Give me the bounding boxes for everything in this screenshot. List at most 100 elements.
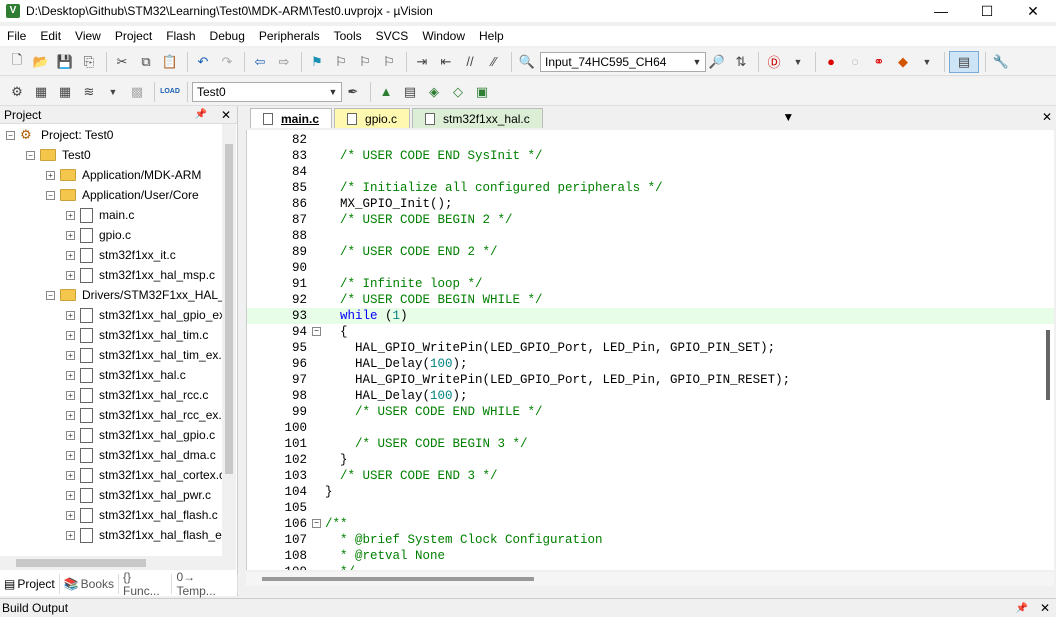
tree-node-file[interactable]: + stm32f1xx_hal_gpio_ex.c	[66, 305, 222, 325]
collapse-icon[interactable]: −	[26, 150, 35, 160]
code-line[interactable]: 109 */	[247, 564, 1054, 570]
find-icon[interactable]: 🔎	[706, 51, 728, 73]
menu-project[interactable]: Project	[108, 26, 159, 46]
code-line[interactable]: 90	[247, 260, 1054, 276]
expand-icon[interactable]: +	[66, 510, 75, 520]
tab-stm32f1xx-hal-c[interactable]: stm32f1xx_hal.c	[412, 108, 543, 128]
uncomment-icon[interactable]: ⁄⁄	[483, 51, 505, 73]
expand-icon[interactable]: +	[66, 230, 75, 240]
expand-icon[interactable]: +	[66, 370, 75, 380]
tree-node-file[interactable]: + stm32f1xx_hal_tim.c	[66, 325, 208, 345]
new-file-icon[interactable]: 🗋	[6, 51, 28, 73]
code-line[interactable]: 95 HAL_GPIO_WritePin(LED_GPIO_Port, LED_…	[247, 340, 1054, 356]
minimize-button[interactable]: —	[918, 0, 964, 22]
code-editor[interactable]: 82 83 /* USER CODE END SysInit */84 85 /* …	[246, 130, 1054, 570]
expand-icon[interactable]: +	[66, 350, 75, 360]
chevron-down-icon[interactable]: ▼	[787, 51, 809, 73]
code-line[interactable]: 106−/**	[247, 516, 1054, 532]
tab-books[interactable]: 📚 Books	[60, 574, 120, 594]
undo-icon[interactable]: ↶	[192, 51, 214, 73]
close-icon[interactable]: ✕	[1040, 601, 1050, 615]
code-line[interactable]: 83 /* USER CODE END SysInit */	[247, 148, 1054, 164]
code-line[interactable]: 84	[247, 164, 1054, 180]
paste-icon[interactable]: 📋	[159, 51, 181, 73]
code-line[interactable]: 88	[247, 228, 1054, 244]
expand-icon[interactable]: +	[66, 390, 75, 400]
menu-flash[interactable]: Flash	[159, 26, 202, 46]
replace-icon[interactable]: ⇅	[730, 51, 752, 73]
stop-build-icon[interactable]: ▩	[126, 81, 148, 103]
tree-node-file[interactable]: + stm32f1xx_hal_dma.c	[66, 445, 216, 465]
code-line[interactable]: 85 /* Initialize all configured peripher…	[247, 180, 1054, 196]
tree-node-file[interactable]: + stm32f1xx_hal_rcc_ex.c	[66, 405, 222, 425]
close-icon[interactable]: ✕	[221, 108, 231, 122]
run-time-env-icon[interactable]: ▣	[471, 81, 493, 103]
expand-icon[interactable]: +	[66, 210, 75, 220]
rebuild-icon[interactable]: ▦	[54, 81, 76, 103]
disable-all-breakpoints-icon[interactable]: ⚭	[868, 51, 890, 73]
indent-icon[interactable]: ⇥	[411, 51, 433, 73]
code-line[interactable]: 94− {	[247, 324, 1054, 340]
cut-icon[interactable]: ✂	[111, 51, 133, 73]
code-line[interactable]: 105	[247, 500, 1054, 516]
close-button[interactable]: ✕	[1010, 0, 1056, 22]
window-layout-icon[interactable]: ▤	[949, 50, 979, 73]
expand-icon[interactable]: +	[66, 470, 75, 480]
tab-list-chevron-icon[interactable]: ▼	[782, 110, 794, 124]
code-line[interactable]: 91 /* Infinite loop */	[247, 276, 1054, 292]
fold-toggle-icon[interactable]: −	[312, 519, 321, 528]
menu-tools[interactable]: Tools	[327, 26, 369, 46]
clear-bookmarks-icon[interactable]: ⚐	[378, 51, 400, 73]
scroll-thumb[interactable]	[262, 577, 534, 581]
code-line[interactable]: 92 /* USER CODE BEGIN WHILE */	[247, 292, 1054, 308]
breakpoint-icon[interactable]: ●	[820, 51, 842, 73]
code-line[interactable]: 98 HAL_Delay(100);	[247, 388, 1054, 404]
next-bookmark-icon[interactable]: ⚐	[354, 51, 376, 73]
chevron-down-icon[interactable]: ▼	[916, 51, 938, 73]
menu-help[interactable]: Help	[472, 26, 511, 46]
tree-node-file[interactable]: + stm32f1xx_hal.c	[66, 365, 186, 385]
collapse-icon[interactable]: −	[6, 130, 15, 140]
collapse-icon[interactable]: −	[46, 290, 55, 300]
scroll-thumb[interactable]	[225, 144, 233, 474]
fold-toggle-icon[interactable]: −	[312, 327, 321, 336]
code-line[interactable]: 103 /* USER CODE END 3 */	[247, 468, 1054, 484]
tree-node-file[interactable]: + stm32f1xx_hal_cortex.c	[66, 465, 222, 485]
code-line[interactable]: 82	[247, 132, 1054, 148]
expand-icon[interactable]: +	[66, 490, 75, 500]
expand-icon[interactable]: +	[66, 330, 75, 340]
tab-project[interactable]: ▤ Project	[0, 574, 60, 594]
find-combo[interactable]: Input_74HC595_CH64 ▼	[540, 51, 706, 72]
pin-icon[interactable]: 📌	[1015, 603, 1027, 614]
debug-session-icon[interactable]: Ⓓ	[763, 51, 785, 73]
code-line[interactable]: 101 /* USER CODE BEGIN 3 */	[247, 436, 1054, 452]
scroll-thumb[interactable]	[16, 559, 146, 567]
tree-node-folder[interactable]: − Drivers/STM32F1xx_HAL_D	[46, 285, 222, 305]
tree-node-target[interactable]: − Test0	[26, 145, 91, 165]
redo-icon[interactable]: ↷	[216, 51, 238, 73]
code-line[interactable]: 96 HAL_Delay(100);	[247, 356, 1054, 372]
editor-hscrollbar[interactable]	[246, 572, 1054, 586]
menu-svcs[interactable]: SVCS	[369, 26, 416, 46]
load-download-icon[interactable]: LOAD	[159, 81, 181, 103]
code-line[interactable]: 102 }	[247, 452, 1054, 468]
tree-node-folder[interactable]: − Application/User/Core	[46, 185, 199, 205]
expand-icon[interactable]: +	[66, 430, 75, 440]
tree-node-file[interactable]: + stm32f1xx_hal_flash_ex.c	[66, 525, 222, 545]
bookmark-icon[interactable]: ⚑	[306, 51, 328, 73]
configure-wrench-icon[interactable]: 🔧	[990, 51, 1012, 73]
project-tree-hscrollbar[interactable]	[0, 556, 236, 570]
disable-breakpoint-icon[interactable]: ○	[844, 51, 866, 73]
project-tree-vscrollbar[interactable]	[222, 124, 236, 556]
menu-edit[interactable]: Edit	[33, 26, 68, 46]
chevron-down-icon[interactable]: ▼	[689, 57, 705, 67]
tree-node-project[interactable]: − ⚙ Project: Test0	[6, 125, 113, 145]
prev-bookmark-icon[interactable]: ⚐	[330, 51, 352, 73]
code-line[interactable]: 93 while (1)	[247, 308, 1054, 324]
copy-icon[interactable]: ⧉	[135, 51, 157, 73]
target-options-icon[interactable]: ✒	[342, 81, 364, 103]
build-icon[interactable]: ▦	[30, 81, 52, 103]
maximize-button[interactable]: ☐	[964, 0, 1010, 22]
expand-icon[interactable]: +	[66, 410, 75, 420]
pack-installer-icon[interactable]: ◈	[423, 81, 445, 103]
